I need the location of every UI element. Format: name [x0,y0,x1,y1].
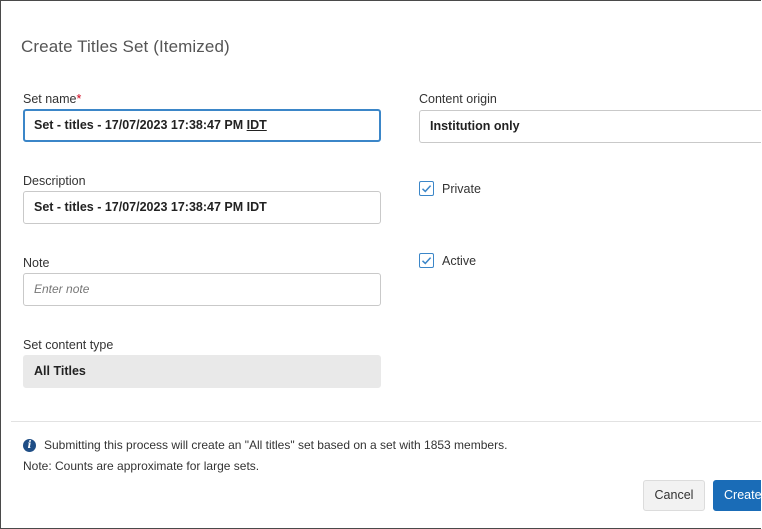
checkmark-icon [421,185,432,193]
set-name-value-suffix: IDT [246,118,267,132]
dialog-title: Create Titles Set (Itemized) [21,37,230,56]
cancel-button[interactable]: Cancel [643,480,705,511]
set-name-value: Set - titles - 17/07/2023 17:38:47 PM [34,118,247,132]
note-label: Note [23,256,50,270]
set-name-label: Set name* [23,92,81,106]
active-label: Active [442,253,477,268]
note-placeholder: Enter note [34,282,90,296]
private-label: Private [442,181,481,196]
description-value: Set - titles - 17/07/2023 17:38:47 PM ID… [34,200,267,214]
set-content-type-value: All Titles [34,364,86,378]
active-checkbox-row[interactable]: Active [419,253,476,268]
active-checkbox[interactable] [419,253,434,268]
note-input[interactable]: Enter note [23,273,381,306]
set-name-label-text: Set name [23,92,77,106]
private-checkbox[interactable] [419,181,434,196]
description-input[interactable]: Set - titles - 17/07/2023 17:38:47 PM ID… [23,191,381,224]
content-origin-value: Institution only [430,119,520,133]
footer-divider [11,421,761,422]
info-text: Submitting this process will create an "… [44,438,508,452]
checkmark-icon [421,257,432,265]
set-content-type-label: Set content type [23,338,114,352]
private-checkbox-row[interactable]: Private [419,181,481,196]
content-origin-label: Content origin [419,92,497,106]
set-content-type-field: All Titles [23,355,381,388]
required-asterisk: * [76,92,82,106]
description-label: Description [23,174,86,188]
info-message: i Submitting this process will create an… [23,438,507,452]
info-icon: i [23,438,36,452]
set-name-input[interactable]: Set - titles - 17/07/2023 17:38:47 PM ID… [23,109,381,142]
content-origin-select[interactable]: Institution only [419,110,761,143]
create-button[interactable]: Create [713,480,761,511]
counts-note: Note: Counts are approximate for large s… [23,459,260,473]
create-titles-set-dialog: Create Titles Set (Itemized) Set name* S… [0,0,761,529]
